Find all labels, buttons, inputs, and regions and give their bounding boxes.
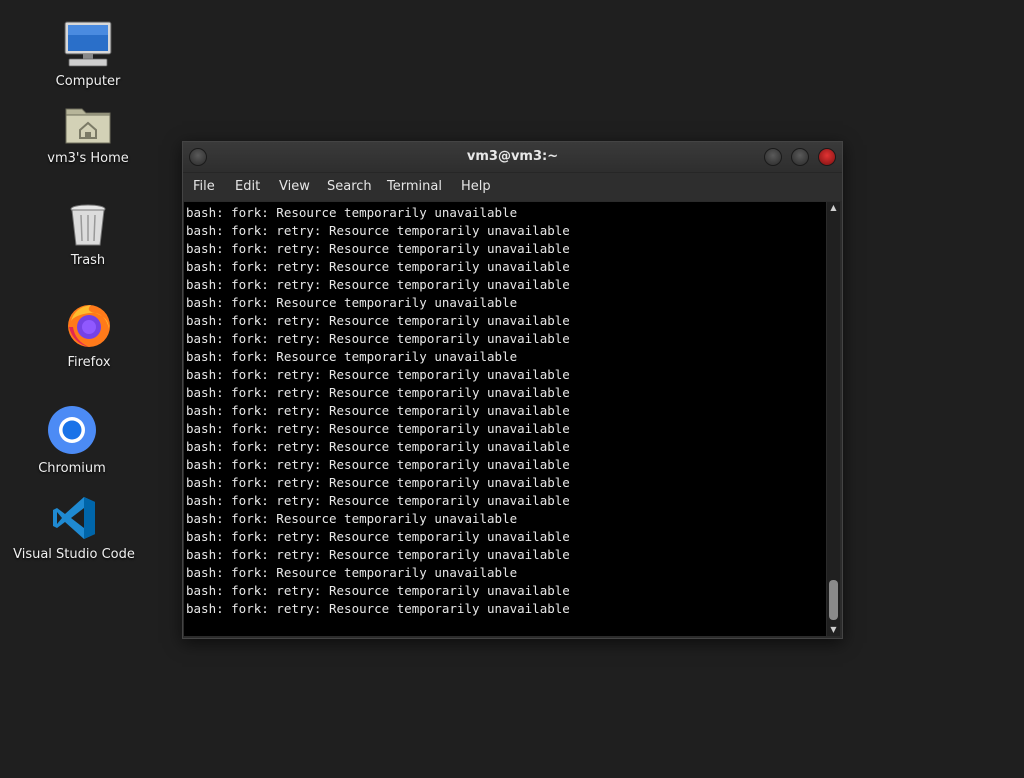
desktop-icon-label: Visual Studio Code — [13, 547, 135, 562]
close-button[interactable] — [818, 148, 836, 166]
maximize-button[interactable] — [791, 148, 809, 166]
terminal-line: bash: fork: retry: Resource temporarily … — [186, 493, 570, 508]
terminal-line: bash: fork: retry: Resource temporarily … — [186, 583, 570, 598]
menu-search[interactable]: Search — [327, 179, 372, 194]
menu-bar: File Edit View Search Terminal Help — [183, 173, 842, 201]
scroll-thumb[interactable] — [829, 580, 838, 620]
chromium-icon — [7, 405, 137, 459]
desktop-icon-chromium[interactable]: Chromium — [7, 405, 137, 477]
menu-file[interactable]: File — [193, 179, 215, 194]
terminal-line: bash: fork: retry: Resource temporarily … — [186, 439, 570, 454]
terminal-line: bash: fork: retry: Resource temporarily … — [186, 529, 570, 544]
vscode-icon — [9, 495, 139, 545]
firefox-icon — [24, 301, 154, 353]
terminal-line: bash: fork: retry: Resource temporarily … — [186, 367, 570, 382]
scroll-up-arrow-icon[interactable]: ▲ — [827, 202, 840, 214]
terminal-line: bash: fork: retry: Resource temporarily … — [186, 223, 570, 238]
desktop-icon-vscode[interactable]: Visual Studio Code — [9, 495, 139, 563]
terminal-line: bash: fork: Resource temporarily unavail… — [186, 349, 518, 364]
scroll-down-arrow-icon[interactable]: ▼ — [827, 624, 840, 636]
desktop-icon-trash[interactable]: Trash — [23, 203, 153, 269]
desktop-icon-label: vm3's Home — [47, 151, 129, 166]
terminal-line: bash: fork: Resource temporarily unavail… — [186, 295, 518, 310]
terminal-line: bash: fork: retry: Resource temporarily … — [186, 475, 570, 490]
terminal-line: bash: fork: Resource temporarily unavail… — [186, 565, 518, 580]
terminal-output[interactable]: bash: fork: Resource temporarily unavail… — [184, 202, 826, 636]
terminal-line: bash: fork: retry: Resource temporarily … — [186, 457, 570, 472]
terminal-lines: bash: fork: Resource temporarily unavail… — [184, 202, 826, 618]
terminal-window[interactable]: vm3@vm3:~ File Edit View Search Terminal… — [182, 141, 843, 639]
desktop-icon-home[interactable]: vm3's Home — [23, 103, 153, 167]
terminal-line: bash: fork: retry: Resource temporarily … — [186, 277, 570, 292]
terminal-line: bash: fork: retry: Resource temporarily … — [186, 241, 570, 256]
scrollbar[interactable]: ▲ ▼ — [827, 202, 840, 636]
terminal-line: bash: fork: retry: Resource temporarily … — [186, 385, 570, 400]
menu-terminal[interactable]: Terminal — [387, 179, 442, 194]
desktop-icon-firefox[interactable]: Firefox — [24, 301, 154, 371]
window-title: vm3@vm3:~ — [466, 149, 559, 164]
menu-edit[interactable]: Edit — [235, 179, 260, 194]
menu-view[interactable]: View — [279, 179, 310, 194]
terminal-line: bash: fork: retry: Resource temporarily … — [186, 421, 570, 436]
window-titlebar[interactable]: vm3@vm3:~ — [183, 142, 842, 173]
terminal-line: bash: fork: Resource temporarily unavail… — [186, 205, 518, 220]
terminal-line: bash: fork: retry: Resource temporarily … — [186, 331, 570, 346]
terminal-line: bash: fork: Resource temporarily unavail… — [186, 511, 518, 526]
terminal-line: bash: fork: retry: Resource temporarily … — [186, 313, 570, 328]
desktop-icon-computer[interactable]: Computer — [23, 20, 153, 90]
terminal-line: bash: fork: retry: Resource temporarily … — [186, 547, 570, 562]
computer-icon — [23, 20, 153, 72]
desktop-icon-label: Chromium — [38, 461, 106, 476]
minimize-button[interactable] — [764, 148, 782, 166]
menu-help[interactable]: Help — [461, 179, 491, 194]
terminal-line: bash: fork: retry: Resource temporarily … — [186, 601, 570, 616]
terminal-line: bash: fork: retry: Resource temporarily … — [186, 259, 570, 274]
desktop-icon-label: Computer — [55, 74, 121, 89]
terminal-line: bash: fork: retry: Resource temporarily … — [186, 403, 570, 418]
home-folder-icon — [23, 103, 153, 149]
desktop-icon-label: Firefox — [67, 355, 111, 370]
desktop-icon-label: Trash — [70, 253, 106, 268]
trash-icon — [23, 203, 153, 251]
